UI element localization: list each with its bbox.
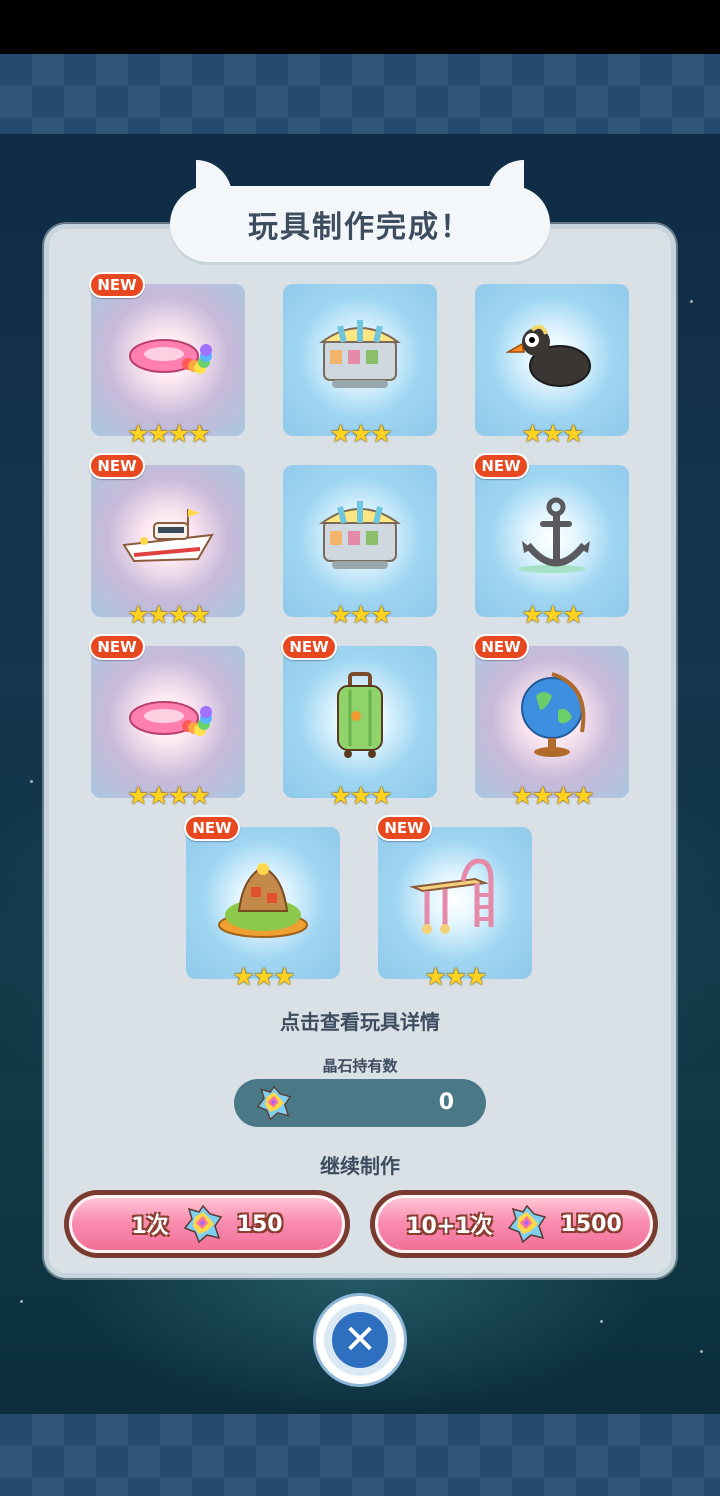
continue-label: 继续制作	[320, 1154, 400, 1178]
status-bar	[0, 0, 720, 54]
shop-cart-icon	[310, 485, 410, 585]
toy-tile-pink-float[interactable]: ★★★★ NEW	[89, 272, 245, 448]
star-rating: ★★★	[521, 419, 584, 448]
star-rating: ★★★	[329, 419, 392, 448]
suitcase-icon	[310, 666, 410, 766]
star-rating: ★★★	[232, 962, 295, 991]
toy-tile-pink-float[interactable]: ★★★★ NEW	[89, 634, 245, 810]
crystal-count: 0	[438, 1090, 454, 1115]
yacht-icon	[118, 485, 218, 585]
craft-multi-cost: 1500	[560, 1211, 622, 1237]
crystal-count-bar: 0	[234, 1079, 486, 1127]
rainbow-crystal-icon	[507, 1204, 546, 1244]
hint-text: 点击查看玩具详情	[280, 1010, 440, 1034]
black-bird-icon	[502, 304, 602, 404]
rainbow-crystal-icon	[183, 1204, 222, 1244]
close-button[interactable]: ✕	[316, 1296, 404, 1384]
craft-multi-button[interactable]: 10+1次 1500	[370, 1190, 658, 1258]
bg-sparkle	[30, 780, 33, 783]
star-rating: ★★★	[424, 962, 487, 991]
crystal-label: 晶石持有数	[322, 1057, 398, 1075]
bg-sparkle	[600, 1320, 603, 1323]
rainbow-crystal-icon	[256, 1085, 292, 1121]
new-badge: NEW	[89, 272, 145, 298]
star-rating: ★★★★	[127, 419, 211, 448]
star-rating: ★★★★	[127, 600, 211, 629]
toy-tile-shop-cart[interactable]: ★★★	[283, 465, 437, 629]
new-badge: NEW	[473, 453, 529, 479]
new-badge: NEW	[376, 815, 432, 841]
bg-sparkle	[20, 1300, 23, 1303]
toy-tile-black-bird[interactable]: ★★★	[475, 284, 629, 448]
star-rating: ★★★	[521, 600, 584, 629]
diving-board-icon	[405, 847, 505, 947]
bottom-band	[0, 1414, 720, 1496]
craft-once-button[interactable]: 1次 150	[64, 1190, 350, 1258]
shop-cart-icon	[310, 304, 410, 404]
toy-tile-suitcase[interactable]: ★★★ NEW	[281, 634, 437, 810]
top-band	[0, 54, 720, 134]
new-badge: NEW	[473, 634, 529, 660]
pink-float-icon	[118, 666, 218, 766]
bg-sparkle	[690, 300, 693, 303]
page-title: 玩具制作完成！	[248, 210, 472, 245]
new-badge: NEW	[89, 453, 145, 479]
star-rating: ★★★★	[127, 781, 211, 810]
craft-once-label: 1次	[131, 1214, 169, 1239]
craft-multi-label: 10+1次	[406, 1214, 493, 1239]
toy-tile-diving-board[interactable]: ★★★ NEW	[376, 815, 532, 991]
globe-icon	[502, 666, 602, 766]
pink-float-icon	[118, 304, 218, 404]
toy-tile-anchor[interactable]: ★★★ NEW	[473, 453, 629, 629]
toy-tile-globe[interactable]: ★★★★ NEW	[473, 634, 629, 810]
anchor-icon	[502, 485, 602, 585]
new-badge: NEW	[281, 634, 337, 660]
star-rating: ★★★	[329, 600, 392, 629]
craft-once-cost: 150	[236, 1211, 283, 1237]
star-rating: ★★★★	[511, 781, 595, 810]
toy-tile-island[interactable]: ★★★ NEW	[184, 815, 340, 991]
island-icon	[213, 847, 313, 947]
bg-sparkle	[700, 1350, 703, 1353]
new-badge: NEW	[184, 815, 240, 841]
toy-tile-shop-cart[interactable]: ★★★	[283, 284, 437, 448]
new-badge: NEW	[89, 634, 145, 660]
close-x-icon: ✕	[332, 1312, 388, 1368]
star-rating: ★★★	[329, 781, 392, 810]
toy-tile-yacht[interactable]: ★★★★ NEW	[89, 453, 245, 629]
